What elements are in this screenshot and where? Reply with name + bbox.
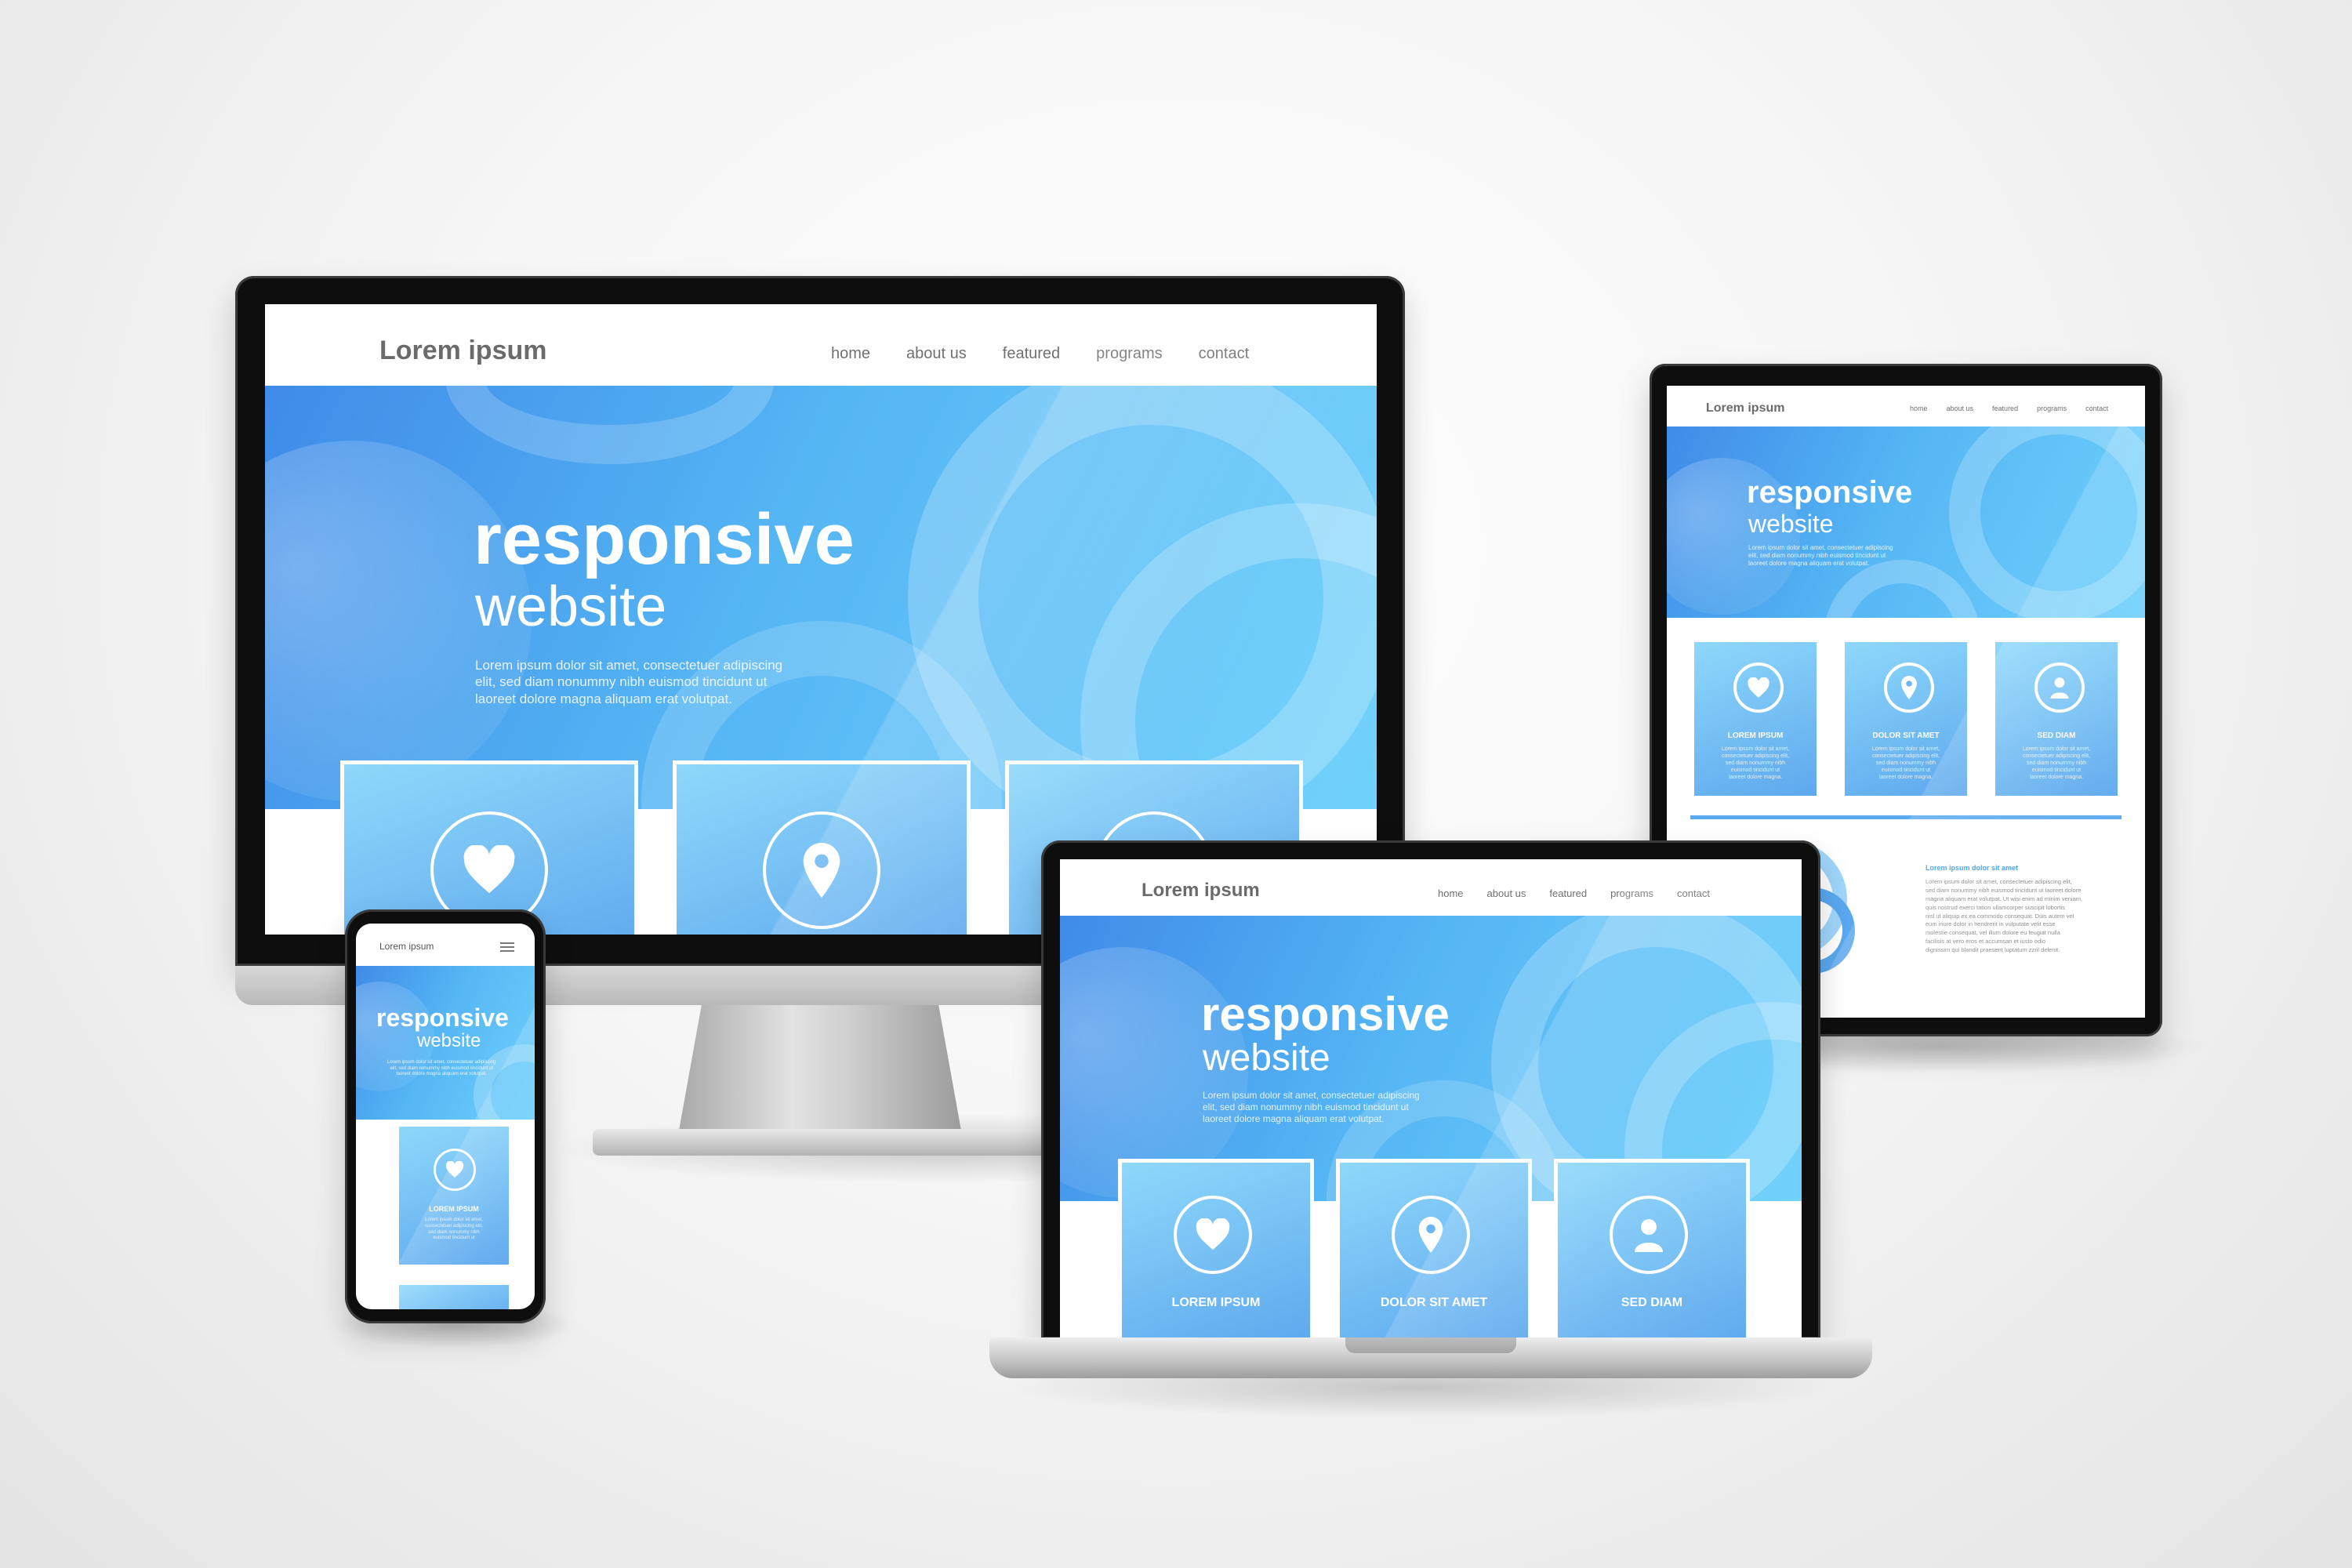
desktop-hero: responsive website Lorem ipsum dolor sit…: [265, 386, 1377, 809]
tablet-card-title: DOLOR SIT AMET: [1872, 731, 1940, 740]
tablet-navbar: Lorem ipsum home about us featured progr…: [1667, 386, 2145, 426]
laptop-hero-text: Lorem ipsum dolor sit amet, consectetuer…: [1203, 1090, 1420, 1124]
phone-logo[interactable]: Lorem ipsum: [379, 941, 434, 952]
tablet-nav-featured[interactable]: featured: [1992, 405, 2018, 412]
desktop-card-1[interactable]: [340, 760, 638, 935]
laptop-trackpad-notch: [1345, 1338, 1516, 1353]
heart-icon: [1174, 1196, 1252, 1274]
phone-screen: Lorem ipsum responsive website Lorem ips…: [356, 924, 535, 1309]
laptop-card-title: LOREM IPSUM: [1171, 1296, 1261, 1309]
laptop-nav-about-us[interactable]: about us: [1487, 887, 1526, 899]
phone-hero-title: responsive: [376, 1004, 509, 1032]
phone-card-title: LOREM IPSUM: [429, 1205, 479, 1213]
phone-hero: responsive website Lorem ipsum dolor sit…: [356, 966, 535, 1120]
hamburger-menu-icon[interactable]: [500, 942, 514, 952]
desktop-nav-links: home about us featured programs contact: [831, 345, 1249, 363]
tablet-nav-home[interactable]: home: [1910, 405, 1928, 412]
phone-hero-subtitle: website: [417, 1030, 481, 1051]
tablet-card-text: Lorem ipsum dolor sit amet, consectetuer …: [2022, 746, 2091, 781]
laptop-screen: Lorem ipsum home about us featured progr…: [1060, 859, 1802, 1339]
phone-card-2[interactable]: [395, 1281, 513, 1309]
laptop-nav-links: home about us featured programs contact: [1438, 887, 1710, 899]
phone-card-text: Lorem ipsum dolor sit amet, consectetuer …: [424, 1218, 484, 1241]
laptop-nav-featured[interactable]: featured: [1549, 887, 1587, 899]
location-pin-icon: [1884, 662, 1934, 713]
tablet-hero: responsive website Lorem ipsum dolor sit…: [1667, 426, 2145, 618]
laptop-card-2[interactable]: DOLOR SIT AMET: [1336, 1159, 1532, 1339]
tablet-nav-contact[interactable]: contact: [2085, 405, 2108, 412]
tablet-nav-links: home about us featured programs contact: [1910, 405, 2108, 412]
laptop-card-3[interactable]: SED DIAM: [1554, 1159, 1750, 1339]
desktop-navbar: Lorem ipsum home about us featured progr…: [265, 304, 1377, 386]
nav-about-us[interactable]: about us: [906, 345, 967, 363]
tablet-card-3[interactable]: SED DIAM Lorem ipsum dolor sit amet, cons…: [1991, 638, 2122, 800]
hero-text: Lorem ipsum dolor sit amet, consectetuer…: [475, 658, 783, 706]
site-logo[interactable]: Lorem ipsum: [379, 336, 546, 366]
tablet-card-title: SED DIAM: [2037, 731, 2076, 740]
tablet-logo[interactable]: Lorem ipsum: [1706, 401, 1784, 416]
tablet-card-title: LOREM IPSUM: [1727, 731, 1784, 740]
laptop-nav-home[interactable]: home: [1438, 887, 1464, 899]
laptop-navbar: Lorem ipsum home about us featured progr…: [1060, 859, 1802, 916]
tablet-hero-title: responsive: [1747, 475, 1913, 510]
laptop-hero-title: responsive: [1201, 988, 1450, 1040]
tablet-card-2[interactable]: DOLOR SIT AMET Lorem ipsum dolor sit ame…: [1841, 638, 1971, 800]
tablet-hero-subtitle: website: [1748, 510, 1834, 538]
tablet-section-title: Lorem ipsum dolor sit amet: [1926, 864, 2019, 872]
tablet-hero-text: Lorem ipsum dolor sit amet, consectetuer…: [1748, 544, 1893, 567]
laptop-logo[interactable]: Lorem ipsum: [1142, 880, 1260, 902]
phone-navbar: Lorem ipsum: [356, 924, 535, 966]
tablet-section-text: Lorem ipsum dolor sit amet, consectetuer…: [1926, 878, 2083, 953]
laptop-nav-contact[interactable]: contact: [1677, 887, 1710, 899]
tablet-card-text: Lorem ipsum dolor sit amet, consectetuer …: [1721, 746, 1790, 781]
heart-icon: [1733, 662, 1784, 713]
phone-card-1[interactable]: LOREM IPSUM Lorem ipsum dolor sit amet, c…: [395, 1123, 513, 1269]
laptop-card-title: DOLOR SIT AMET: [1380, 1296, 1488, 1309]
monitor-stand: [679, 1005, 961, 1131]
desktop-card-2[interactable]: [673, 760, 971, 935]
laptop-nav-programs[interactable]: programs: [1610, 887, 1653, 899]
laptop-hero-subtitle: website: [1203, 1037, 1330, 1079]
nav-featured[interactable]: featured: [1003, 345, 1060, 363]
location-pin-icon: [763, 811, 880, 929]
hero-title: responsive: [474, 499, 855, 579]
tablet-card-text: Lorem ipsum dolor sit amet, consectetuer …: [1871, 746, 1940, 781]
tablet-card-1[interactable]: LOREM IPSUM Lorem ipsum dolor sit amet, c…: [1690, 638, 1820, 800]
laptop-card-1[interactable]: LOREM IPSUM: [1118, 1159, 1314, 1339]
user-icon: [2034, 662, 2085, 713]
heart-icon: [434, 1149, 476, 1191]
hero-subtitle: website: [475, 575, 667, 638]
location-pin-icon: [1392, 1196, 1470, 1274]
nav-home[interactable]: home: [831, 345, 870, 363]
phone-hero-text: Lorem ipsum dolor sit amet, consectetuer…: [387, 1060, 496, 1076]
phone-bezel: Lorem ipsum responsive website Lorem ips…: [345, 909, 546, 1323]
nav-contact[interactable]: contact: [1199, 345, 1249, 363]
tablet-nav-about-us[interactable]: about us: [1947, 405, 1974, 412]
user-icon: [1610, 1196, 1688, 1274]
laptop-card-title: SED DIAM: [1621, 1296, 1683, 1309]
laptop-lid-bezel: Lorem ipsum home about us featured progr…: [1041, 840, 1820, 1339]
tablet-nav-programs[interactable]: programs: [2037, 405, 2067, 412]
nav-programs[interactable]: programs: [1096, 345, 1162, 363]
tablet-divider: [1690, 815, 2122, 819]
monitor-foot: [593, 1129, 1047, 1156]
